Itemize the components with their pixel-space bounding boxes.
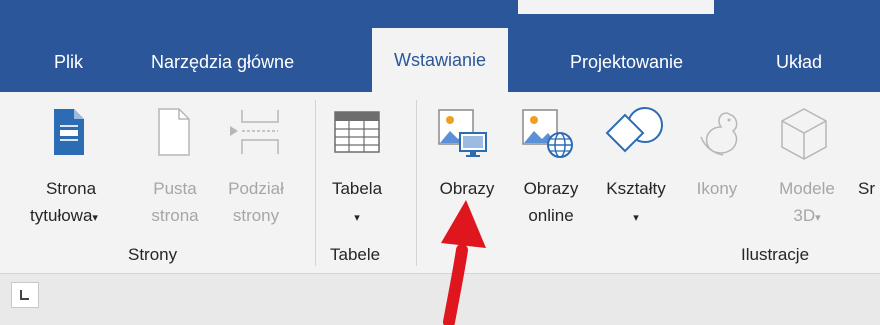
red-arrow-annotation bbox=[441, 200, 486, 325]
